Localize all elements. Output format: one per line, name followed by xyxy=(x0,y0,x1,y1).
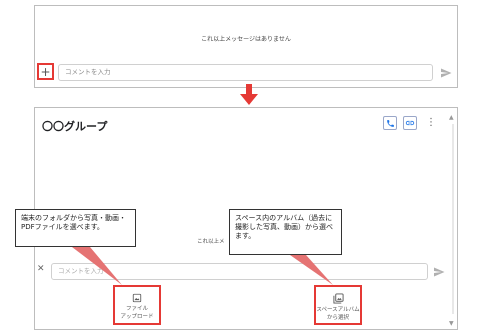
file-upload-label-2: アップロード xyxy=(120,314,154,320)
image-icon xyxy=(132,293,142,303)
comment-input[interactable]: コメントを入力 xyxy=(58,64,433,81)
more-vert-icon[interactable]: ⋮ xyxy=(426,116,436,130)
plus-icon[interactable]: + xyxy=(37,63,54,80)
file-upload-callout: 端末のフォルダから写真・動画・PDFファイルを選べます。 xyxy=(15,209,136,247)
file-upload-button[interactable]: ファイル アップロード xyxy=(113,285,161,325)
scrollbar[interactable] xyxy=(452,124,454,314)
link-icon[interactable] xyxy=(403,116,417,130)
send-icon[interactable] xyxy=(440,67,452,79)
file-upload-label-1: ファイル xyxy=(125,306,148,312)
empty-message: これ以上メッセージはありません xyxy=(201,36,291,43)
arrow-down-icon xyxy=(240,84,258,105)
scroll-up-arrow[interactable]: ▲ xyxy=(449,114,454,121)
space-album-button[interactable]: スペースアルバム から選択 xyxy=(314,285,362,325)
scroll-down-arrow[interactable]: ▼ xyxy=(449,320,454,327)
album-label-2: から選択 xyxy=(326,315,349,321)
chat-panel-before: これ以上メッセージはありません + コメントを入力 xyxy=(34,5,458,88)
close-icon[interactable]: ✕ xyxy=(37,264,45,274)
photo-library-icon xyxy=(332,293,344,304)
space-album-callout: スペース内のアルバム（過去に撮影した写真、動画）から選べます。 xyxy=(229,209,342,255)
album-label-1: スペースアルバム xyxy=(316,307,360,313)
comment-input[interactable]: コメントを入力 xyxy=(51,263,428,280)
empty-message: これ以上メ xyxy=(197,239,225,245)
send-icon[interactable] xyxy=(433,266,445,278)
phone-icon[interactable] xyxy=(383,116,397,130)
group-title: 〇〇グループ xyxy=(42,120,108,133)
